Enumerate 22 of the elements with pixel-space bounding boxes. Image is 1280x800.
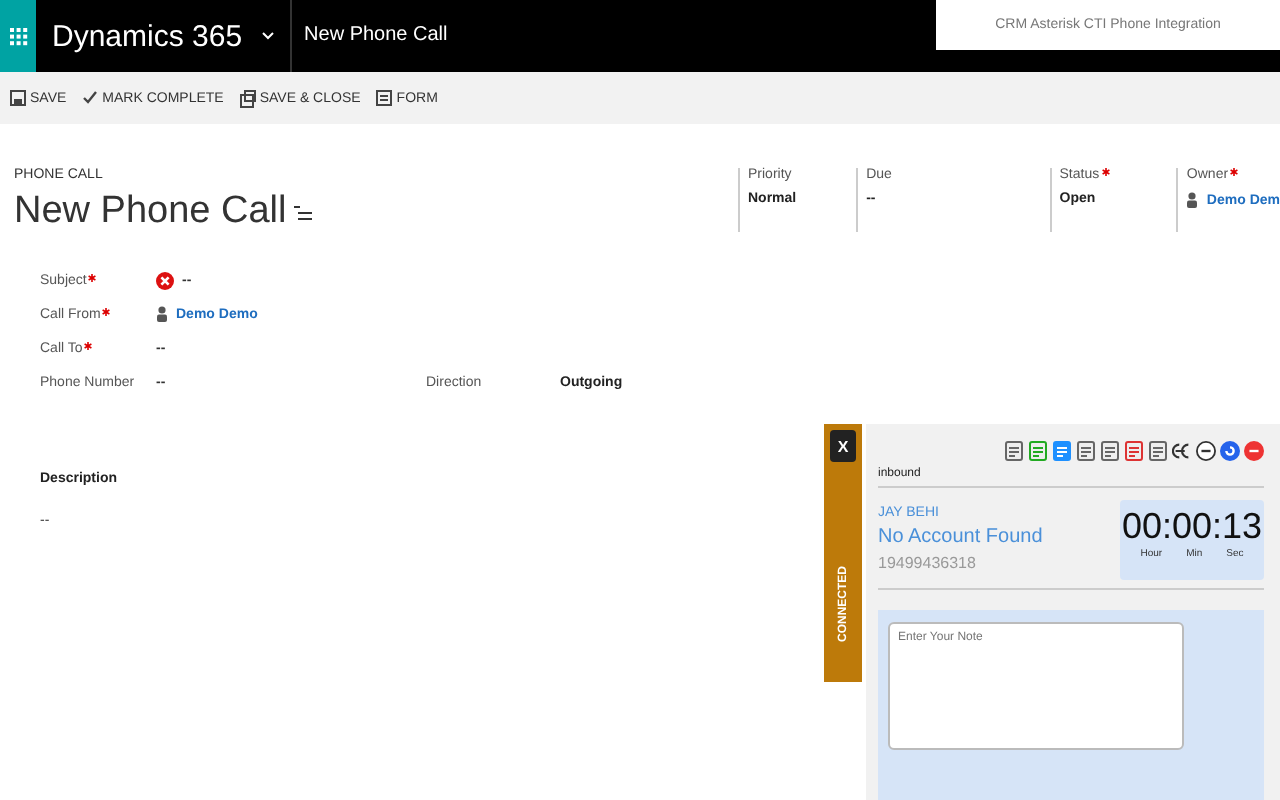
- app-brand: Dynamics 365: [52, 19, 243, 53]
- account-status: No Account Found: [878, 526, 1045, 548]
- minus-circle-icon[interactable]: [1196, 440, 1216, 462]
- record-heading: New Phone Call: [14, 190, 287, 234]
- hang-up-icon[interactable]: [1244, 440, 1264, 462]
- document-icon[interactable]: [1052, 440, 1072, 462]
- chevron-down-icon[interactable]: [262, 32, 275, 40]
- phone-number: 19499436318: [878, 554, 978, 572]
- form-icon: [376, 90, 393, 106]
- close-button[interactable]: X: [830, 430, 856, 462]
- list-menu-icon[interactable]: [294, 205, 313, 219]
- person-icon: [1186, 192, 1199, 208]
- person-icon: [156, 306, 168, 322]
- error-icon: [156, 271, 174, 289]
- save-icon: [10, 90, 26, 106]
- checkmark-icon: [82, 90, 99, 106]
- refresh-icon[interactable]: [1220, 440, 1240, 462]
- save-close-icon: [239, 89, 256, 107]
- app-launcher-button[interactable]: [0, 0, 36, 72]
- timer-value: 00:00:13: [1121, 506, 1263, 548]
- grid-icon: [9, 27, 27, 45]
- transfer-icon[interactable]: [1172, 440, 1192, 462]
